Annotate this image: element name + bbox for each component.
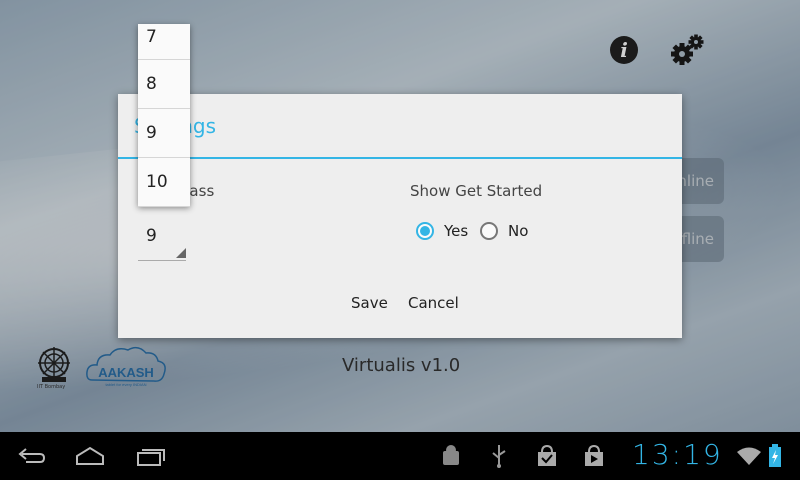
radio-no-label: No xyxy=(508,222,529,240)
home-icon[interactable] xyxy=(74,446,106,466)
back-icon[interactable] xyxy=(16,446,46,466)
dropdown-option[interactable]: 7 xyxy=(138,24,190,60)
radio-yes-option[interactable]: Yes xyxy=(416,222,468,240)
radio-no-button[interactable] xyxy=(480,222,498,240)
class-spinner[interactable]: 9 xyxy=(138,218,186,261)
battery-icon xyxy=(769,444,781,467)
spinner-arrow-icon xyxy=(176,248,186,258)
usb-icon xyxy=(492,445,506,468)
market-icon xyxy=(538,444,556,466)
get-started-label: Show Get Started xyxy=(410,182,543,200)
save-button[interactable]: Save xyxy=(351,294,388,312)
class-dropdown-list: 7 8 9 10 xyxy=(138,24,190,207)
wifi-icon xyxy=(737,447,761,465)
android-debug-icon xyxy=(443,445,459,465)
settings-dialog: Settings Your Class 9 Show Get Started Y… xyxy=(118,94,682,338)
dropdown-option[interactable]: 9 xyxy=(138,109,190,158)
title-divider xyxy=(118,157,682,159)
cancel-button[interactable]: Cancel xyxy=(408,294,459,312)
dropdown-option[interactable]: 10 xyxy=(138,158,190,207)
radio-no-option[interactable]: No xyxy=(480,222,528,240)
dropdown-option[interactable]: 8 xyxy=(138,60,190,109)
play-store-icon xyxy=(585,444,603,466)
radio-yes-button[interactable] xyxy=(416,222,434,240)
class-spinner-value: 9 xyxy=(146,226,157,246)
recent-apps-icon[interactable] xyxy=(136,446,166,466)
status-clock: 13:19 xyxy=(632,438,723,471)
radio-yes-label: Yes xyxy=(444,222,469,240)
